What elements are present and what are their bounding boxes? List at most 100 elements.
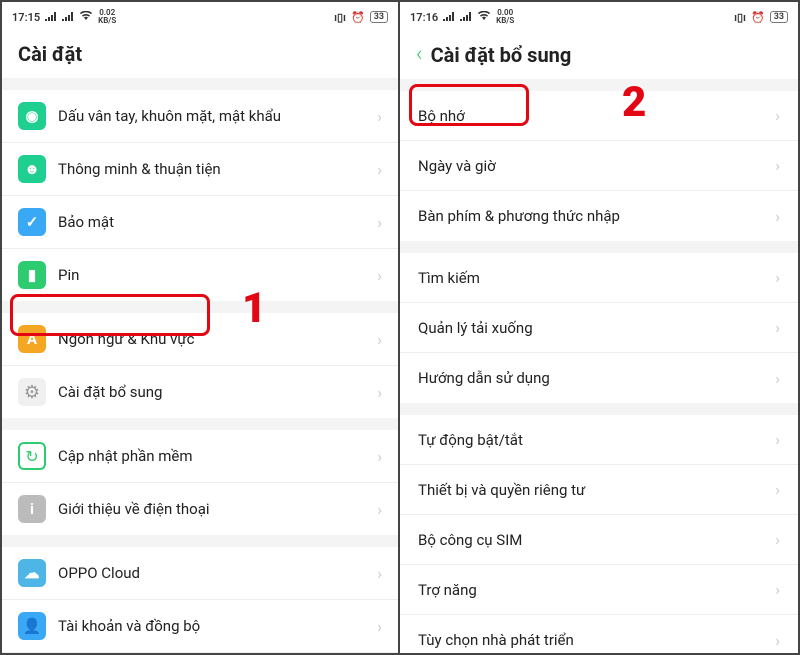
status-time: 17:16	[410, 11, 438, 24]
item-label: Bàn phím & phương thức nhập	[418, 207, 775, 225]
settings-group: Tìm kiếm›Quản lý tải xuống›Hướng dẫn sử …	[400, 253, 798, 403]
item-label: Pin	[58, 266, 377, 284]
settings-item[interactable]: Thiết bị và quyền riêng tư›	[400, 465, 798, 515]
item-label: Thiết bị và quyền riêng tư	[418, 481, 775, 499]
chevron-right-icon: ›	[775, 580, 780, 599]
chevron-right-icon: ›	[775, 106, 780, 125]
item-label: Bảo mật	[58, 213, 377, 231]
wifi-icon	[79, 11, 93, 24]
section-gap	[400, 79, 798, 91]
header: Cài đặt	[2, 32, 398, 78]
signal-icon	[460, 11, 472, 24]
item-label: Bộ công cụ SIM	[418, 531, 775, 549]
gear-icon: ⚙	[18, 378, 46, 406]
settings-item[interactable]: Tìm kiếm›	[400, 253, 798, 303]
settings-group: Bộ nhớ›Ngày và giờ›Bàn phím & phương thứ…	[400, 91, 798, 241]
item-label: Cài đặt bổ sung	[58, 383, 377, 401]
chevron-right-icon: ›	[775, 369, 780, 388]
fingerprint-icon: ◉	[18, 102, 46, 130]
chevron-right-icon: ›	[775, 631, 780, 650]
item-label: OPPO Cloud	[58, 564, 377, 582]
chevron-right-icon: ›	[775, 430, 780, 449]
settings-item[interactable]: ✓ Bảo mật›	[2, 196, 398, 249]
vibrate-icon: ı▯ı	[734, 11, 746, 24]
screen-settings: 17:15 0.02KB/S ı▯ı ⏰ 33 Cài đặt ◉ Dấu vân…	[2, 2, 400, 653]
settings-item[interactable]: 👤Tài khoản và đồng bộ›	[2, 600, 398, 653]
screen-additional-settings: 17:16 0.00KB/S ı▯ı ⏰ 33 ‹ Cài đặt bổ sun…	[400, 2, 798, 653]
chevron-right-icon: ›	[775, 530, 780, 549]
page-title: Cài đặt	[18, 42, 82, 66]
status-time: 17:15	[12, 11, 40, 24]
settings-item[interactable]: Quản lý tải xuống›	[400, 303, 798, 353]
settings-group: Tự động bật/tắt›Thiết bị và quyền riêng …	[400, 415, 798, 653]
signal-icon	[443, 11, 455, 24]
settings-item[interactable]: ▮ Pin›	[2, 249, 398, 301]
item-label: Trợ năng	[418, 581, 775, 599]
settings-item[interactable]: ☻ Thông minh & thuận tiện›	[2, 143, 398, 196]
settings-item[interactable]: ◉Dấu vân tay, khuôn mặt, mật khẩu›	[2, 90, 398, 143]
battery-badge: 33	[370, 11, 388, 23]
settings-item[interactable]: ↻Cập nhật phần mềm›	[2, 430, 398, 483]
section-gap	[400, 403, 798, 415]
settings-item[interactable]: A Ngôn ngữ & Khu vực›	[2, 313, 398, 366]
alarm-icon: ⏰	[751, 11, 765, 24]
settings-item[interactable]: Ngày và giờ›	[400, 141, 798, 191]
chevron-right-icon: ›	[377, 160, 382, 179]
signal-icon	[45, 11, 57, 24]
info-icon: i	[18, 495, 46, 523]
battery-icon: ▮	[18, 261, 46, 289]
status-bar: 17:15 0.02KB/S ı▯ı ⏰ 33	[2, 2, 398, 32]
settings-group: ↻ Cập nhật phần mềm › i Giới thiệu về điện t…	[2, 430, 398, 535]
settings-item[interactable]: Tùy chọn nhà phát triển›	[400, 615, 798, 653]
settings-item[interactable]: Bộ công cụ SIM›	[400, 515, 798, 565]
settings-group: ANgôn ngữ & Khu vực›⚙Cài đặt bổ sung›	[2, 313, 398, 418]
section-gap	[2, 78, 398, 90]
smart-icon: ☻	[18, 155, 46, 183]
alarm-icon: ⏰	[351, 11, 365, 24]
settings-item[interactable]: ☁OPPO Cloud›	[2, 547, 398, 600]
settings-item[interactable]: Tự động bật/tắt›	[400, 415, 798, 465]
item-label: Thông minh & thuận tiện	[58, 160, 377, 178]
wifi-icon	[477, 11, 491, 24]
vibrate-icon: ı▯ı	[334, 11, 346, 24]
status-kb: 0.00KB/S	[496, 9, 514, 25]
settings-item[interactable]: Bộ nhớ›	[400, 91, 798, 141]
item-label: Tài khoản và đồng bộ	[58, 617, 377, 635]
item-label: Giới thiệu về điện thoại	[58, 500, 377, 518]
section-gap	[400, 241, 798, 253]
chevron-right-icon: ›	[377, 213, 382, 232]
section-gap	[2, 301, 398, 313]
item-label: Dấu vân tay, khuôn mặt, mật khẩu	[58, 107, 377, 125]
settings-item[interactable]: Bàn phím & phương thức nhập›	[400, 191, 798, 241]
item-label: Ngôn ngữ & Khu vực	[58, 330, 377, 348]
battery-badge: 33	[770, 11, 788, 23]
chevron-right-icon: ›	[377, 383, 382, 402]
item-label: Ngày và giờ	[418, 157, 775, 175]
settings-group: ◉ Dấu vân tay, khuôn mặt, mật khẩu › ☻ Thông…	[2, 90, 398, 301]
language-icon: A	[18, 325, 46, 353]
chevron-right-icon: ›	[377, 564, 382, 583]
back-icon[interactable]: ‹	[416, 42, 423, 67]
item-label: Tìm kiếm	[418, 269, 775, 287]
chevron-right-icon: ›	[377, 617, 382, 636]
settings-item[interactable]: Hướng dẫn sử dụng›	[400, 353, 798, 403]
item-label: Tự động bật/tắt	[418, 431, 775, 449]
update-icon: ↻	[18, 442, 46, 470]
item-label: Cập nhật phần mềm	[58, 447, 377, 465]
settings-item[interactable]: Trợ năng›	[400, 565, 798, 615]
settings-item[interactable]: i Giới thiệu về điện thoại›	[2, 483, 398, 535]
section-gap	[2, 418, 398, 430]
chevron-right-icon: ›	[377, 500, 382, 519]
chevron-right-icon: ›	[775, 268, 780, 287]
chevron-right-icon: ›	[377, 330, 382, 349]
shield-icon: ✓	[18, 208, 46, 236]
status-bar: 17:16 0.00KB/S ı▯ı ⏰ 33	[400, 2, 798, 32]
chevron-right-icon: ›	[775, 156, 780, 175]
chevron-right-icon: ›	[377, 266, 382, 285]
header: ‹ Cài đặt bổ sung	[400, 32, 798, 79]
item-label: Hướng dẫn sử dụng	[418, 369, 775, 387]
status-kb: 0.02KB/S	[98, 9, 116, 25]
settings-item[interactable]: ⚙ Cài đặt bổ sung›	[2, 366, 398, 418]
chevron-right-icon: ›	[775, 207, 780, 226]
chevron-right-icon: ›	[775, 480, 780, 499]
